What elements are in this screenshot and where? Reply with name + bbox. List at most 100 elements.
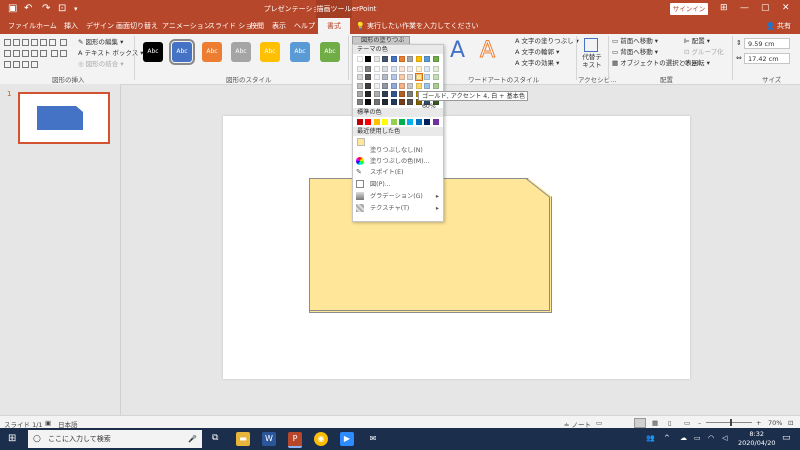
theme-color-swatch[interactable] bbox=[357, 82, 363, 89]
wordart-style-blue[interactable]: A bbox=[450, 38, 465, 63]
theme-color-swatch[interactable] bbox=[365, 99, 372, 105]
zoom-slider[interactable] bbox=[706, 422, 752, 423]
theme-color-swatch[interactable] bbox=[382, 56, 389, 62]
text-fill-button[interactable]: A 文字の塗りつぶし ▾ bbox=[515, 37, 579, 45]
slide-sorter-icon[interactable]: ▦ bbox=[652, 419, 658, 427]
theme-color-swatch[interactable] bbox=[373, 66, 380, 73]
close-icon[interactable]: ✕ bbox=[782, 2, 790, 14]
rotate-button[interactable]: ⟳ 回転 ▾ bbox=[684, 59, 710, 67]
standard-color-swatch[interactable] bbox=[424, 119, 431, 125]
slide-canvas[interactable] bbox=[223, 116, 690, 379]
ribbon-display-options-icon[interactable]: ⊞ bbox=[720, 2, 728, 14]
comments-icon[interactable]: ▭ bbox=[596, 419, 602, 427]
theme-color-swatch[interactable] bbox=[414, 73, 423, 82]
microphone-icon[interactable]: 🎤 bbox=[188, 430, 197, 448]
text-effects-button[interactable]: A 文字の効果 ▾ bbox=[515, 59, 559, 67]
shape-width-field[interactable]: 17.42 cm bbox=[744, 53, 790, 64]
tab-home[interactable]: ホーム bbox=[36, 21, 57, 31]
theme-color-swatch[interactable] bbox=[373, 90, 380, 97]
theme-color-swatch[interactable] bbox=[399, 66, 405, 73]
standard-color-swatch[interactable] bbox=[365, 119, 372, 125]
tab-review[interactable]: 校閲 bbox=[250, 21, 264, 31]
theme-color-swatch[interactable] bbox=[424, 82, 431, 89]
theme-color-swatch[interactable] bbox=[357, 66, 363, 73]
file-explorer-icon[interactable]: ▬ bbox=[236, 432, 250, 446]
shape-style-black[interactable]: Abc bbox=[143, 42, 163, 62]
signin-button[interactable]: サインイン bbox=[670, 3, 708, 15]
shape-style-orange[interactable]: Abc bbox=[202, 42, 222, 62]
taskbar-search-box[interactable]: ○ ここに入力して検索 🎤 bbox=[28, 430, 202, 448]
volume-icon[interactable]: ◁ bbox=[722, 434, 727, 442]
shape-style-gray[interactable]: Abc bbox=[231, 42, 251, 62]
gradient-item[interactable]: グラデーション(G) ▸ bbox=[356, 191, 442, 202]
task-view-icon[interactable]: ⧉ bbox=[212, 433, 218, 443]
theme-color-swatch[interactable] bbox=[407, 74, 414, 81]
standard-color-swatch[interactable] bbox=[407, 119, 414, 125]
shape-gallery[interactable] bbox=[3, 38, 71, 70]
theme-color-swatch[interactable] bbox=[373, 99, 380, 105]
wordart-style-orange-outline[interactable]: A bbox=[479, 38, 495, 64]
people-icon[interactable]: 👥 bbox=[646, 434, 655, 442]
fit-to-window-icon[interactable]: ⊡ bbox=[788, 419, 793, 427]
share-button[interactable]: 👤 共有 bbox=[766, 21, 791, 31]
theme-color-swatch[interactable] bbox=[424, 56, 431, 62]
theme-color-swatch[interactable] bbox=[432, 66, 439, 73]
theme-color-swatch[interactable] bbox=[357, 99, 363, 105]
standard-color-swatch[interactable] bbox=[432, 119, 439, 125]
theme-color-swatch[interactable] bbox=[365, 74, 372, 81]
chrome-icon[interactable]: ◉ bbox=[314, 432, 328, 446]
zoom-app-icon[interactable]: ▶ bbox=[340, 432, 354, 446]
tab-insert[interactable]: 挿入 bbox=[64, 21, 78, 31]
theme-color-swatch[interactable] bbox=[390, 66, 397, 73]
theme-color-swatch[interactable] bbox=[382, 99, 389, 105]
eyedropper-item[interactable]: ✎ スポイト(E) bbox=[356, 167, 442, 178]
system-clock[interactable]: 8:32 2020/04/20 bbox=[738, 430, 775, 448]
theme-color-swatch[interactable] bbox=[407, 56, 414, 62]
theme-color-swatch[interactable] bbox=[415, 82, 422, 89]
theme-color-swatch[interactable] bbox=[432, 82, 439, 89]
standard-color-swatch[interactable] bbox=[357, 119, 363, 125]
standard-color-swatch[interactable] bbox=[415, 119, 422, 125]
theme-color-swatch[interactable] bbox=[365, 66, 372, 73]
show-hidden-icons-icon[interactable]: ^ bbox=[664, 434, 670, 442]
theme-color-swatch[interactable] bbox=[390, 74, 397, 81]
minimize-icon[interactable]: — bbox=[740, 2, 749, 14]
tab-format[interactable]: 書式 bbox=[318, 18, 350, 34]
theme-color-swatch[interactable] bbox=[382, 82, 389, 89]
shape-style-lightblue[interactable]: Abc bbox=[290, 42, 310, 62]
standard-color-swatch[interactable] bbox=[399, 119, 405, 125]
theme-color-swatch[interactable] bbox=[407, 82, 414, 89]
theme-color-swatch[interactable] bbox=[432, 74, 439, 81]
theme-color-swatch[interactable] bbox=[390, 56, 397, 62]
theme-color-swatch[interactable] bbox=[365, 90, 372, 97]
edit-shape-button[interactable]: ✎ 図形の編集 ▾ bbox=[78, 38, 123, 46]
standard-color-swatch[interactable] bbox=[390, 119, 397, 125]
bring-forward-button[interactable]: ▭ 前面へ移動 ▾ bbox=[612, 37, 658, 45]
theme-color-swatch[interactable] bbox=[407, 90, 414, 97]
battery-icon[interactable]: ▭ bbox=[694, 434, 701, 442]
alt-text-button[interactable]: 代替テキスト bbox=[580, 53, 604, 69]
notifications-icon[interactable]: ▭ bbox=[782, 433, 791, 443]
theme-color-swatch[interactable] bbox=[424, 74, 431, 81]
reading-view-icon[interactable]: ▯ bbox=[668, 419, 672, 427]
theme-color-swatch[interactable] bbox=[365, 56, 372, 62]
theme-color-swatch[interactable] bbox=[415, 66, 422, 73]
powerpoint-icon[interactable]: P bbox=[288, 432, 302, 448]
theme-color-swatch[interactable] bbox=[390, 90, 397, 97]
theme-color-swatch[interactable] bbox=[357, 74, 363, 81]
maximize-icon[interactable]: ▢ bbox=[761, 2, 770, 14]
zoom-in-icon[interactable]: + bbox=[756, 419, 761, 427]
theme-color-swatch[interactable] bbox=[399, 74, 405, 81]
theme-color-swatch[interactable] bbox=[390, 99, 397, 105]
onedrive-icon[interactable]: ☁ bbox=[680, 434, 687, 442]
theme-color-swatch[interactable] bbox=[357, 56, 363, 62]
more-colors-item[interactable]: 塗りつぶしの色(M)... bbox=[356, 156, 442, 167]
theme-color-swatch[interactable] bbox=[399, 90, 405, 97]
theme-color-swatch[interactable] bbox=[432, 56, 439, 62]
theme-color-swatch[interactable] bbox=[399, 99, 405, 105]
send-backward-button[interactable]: ▭ 背面へ移動 ▾ bbox=[612, 48, 658, 56]
theme-color-swatch[interactable] bbox=[407, 66, 414, 73]
shape-style-gold[interactable]: Abc bbox=[260, 42, 280, 62]
no-fill-item[interactable]: 塗りつぶしなし(N) bbox=[356, 145, 442, 156]
normal-view-icon[interactable] bbox=[634, 418, 646, 428]
